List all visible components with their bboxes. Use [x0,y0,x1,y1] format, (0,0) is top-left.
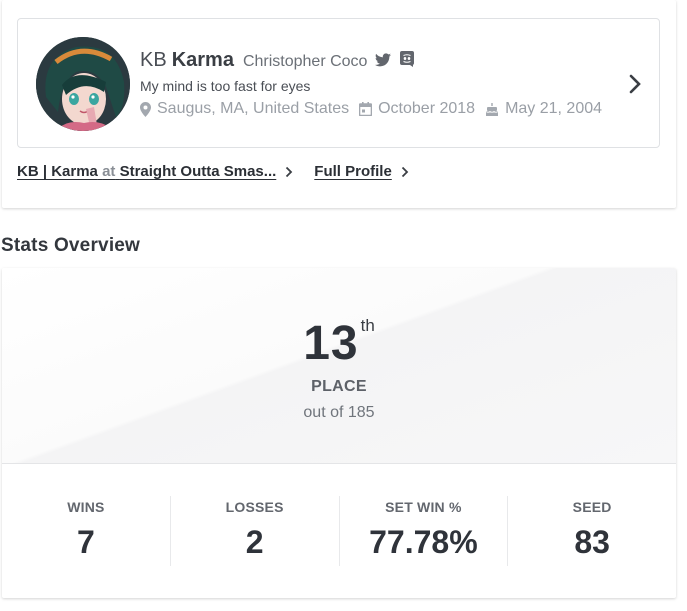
full-profile-link[interactable]: Full Profile [314,163,409,180]
entrant-count: out of 185 [303,404,375,421]
birthday-text: May 21, 2004 [505,100,603,117]
section-title: Stats Overview [1,235,141,256]
stat-losses: LOSSES 2 [169,496,339,566]
stat-seed: SEED 83 [507,496,676,566]
placement-number: 13 [303,317,359,370]
placement-suffix: th [360,316,375,335]
stat-label: SEED [572,499,612,515]
player-card: KB Karma Christopher Coco My mind is too… [2,0,676,208]
location: Saugus, MA, United States [140,100,349,118]
join-date-text: October 2018 [378,100,476,117]
location-pin-icon [140,101,151,117]
stats-overview-card: 13th PLACE out of 185 WINS 7 LOSSES 2 SE… [2,268,676,598]
avatar [36,37,130,131]
event-name: Straight Outta Smas... [119,163,277,180]
stat-value: 2 [245,524,264,560]
placement-panel: 13th PLACE out of 185 [2,268,676,464]
calendar-icon [359,102,373,116]
stat-wins: WINS 7 [2,496,170,566]
stat-value: 7 [76,524,95,560]
chevron-right-icon [401,166,409,177]
gamertag: Karma [171,49,234,71]
twitter-icon[interactable] [375,53,392,67]
sponsor-prefix: KB [140,49,167,71]
birthday: May 21, 2004 [485,100,602,118]
real-name: Christopher Coco [242,53,368,70]
birthday-cake-icon [485,103,499,116]
join-date: October 2018 [359,100,475,118]
stat-value: 77.78% [369,524,478,560]
profile-summary-link[interactable]: KB Karma Christopher Coco My mind is too… [17,18,660,148]
stat-row: WINS 7 LOSSES 2 SET WIN % 77.78% SEED 83 [2,496,676,566]
event-entrant-link[interactable]: KB | Karma at Straight Outta Smas... [17,163,293,180]
stat-label: SET WIN % [385,499,462,515]
placement: 13th [2,316,676,371]
full-profile-label: Full Profile [314,163,392,180]
entrant-name: KB | Karma [17,163,98,180]
chevron-right-icon [629,74,641,94]
discord-icon[interactable] [399,51,415,67]
chevron-right-icon [286,166,293,177]
player-bio: My mind is too fast for eyes [140,78,311,94]
stat-label: WINS [67,499,105,515]
stat-label: LOSSES [225,499,284,515]
location-text: Saugus, MA, United States [157,100,350,117]
place-label: PLACE [311,378,367,395]
at-text: at [102,163,116,180]
stat-set-win-percent: SET WIN % 77.78% [338,496,508,566]
stat-value: 83 [574,524,610,560]
